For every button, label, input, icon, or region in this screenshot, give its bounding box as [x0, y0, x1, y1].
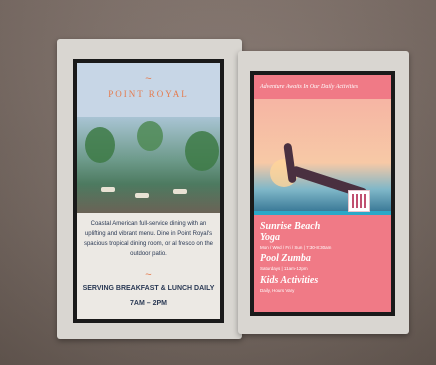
restaurant-photo: [77, 117, 220, 213]
activity-time: Saturdays | 11am-12pm: [260, 266, 308, 271]
hours-text: 7AM – 2PM: [130, 300, 167, 307]
qr-code: [348, 190, 370, 212]
restaurant-description: Coastal American full-service dining wit…: [83, 221, 214, 257]
activity-name: Kids Activities: [260, 275, 319, 286]
activity-time: Daily, Hours Vary: [260, 288, 295, 293]
accent-stripe: [254, 211, 391, 215]
plant: [85, 127, 115, 163]
wave-symbol-mid: ~: [145, 269, 152, 281]
activity-time: Mon / Wed / Fri / Sun | 7:30-8:30am: [260, 245, 332, 250]
wave-symbol-top: ~: [145, 73, 152, 85]
activities-title: Adventure Awaits In Our Daily Activities: [260, 84, 359, 90]
activity-name: Pool Zumba: [260, 253, 311, 264]
yoga-photo: [254, 99, 391, 215]
dining-table: [101, 187, 115, 192]
right-display-screen: Adventure Awaits In Our Daily Activities…: [250, 71, 395, 316]
plant: [137, 121, 163, 151]
hours-title: SERVING BREAKFAST & LUNCH DAILY: [82, 285, 215, 292]
photo-scene: ~ POINT ROYAL Coastal American full-serv…: [0, 0, 436, 365]
activity-name: Sunrise Beach Yoga: [260, 221, 321, 243]
brand-logo: POINT ROYAL: [108, 89, 189, 99]
qr-pattern: [352, 194, 366, 208]
left-display-screen: ~ POINT ROYAL Coastal American full-serv…: [73, 59, 224, 323]
dining-table: [135, 193, 149, 198]
plant: [185, 131, 219, 171]
dining-table: [173, 189, 187, 194]
